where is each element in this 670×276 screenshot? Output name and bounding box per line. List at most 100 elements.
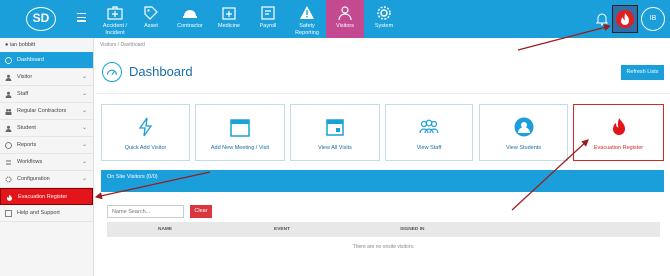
chevron-down-icon: ⌄ — [81, 176, 87, 182]
sidebar-item-label: Workflows — [17, 159, 43, 165]
nav-label: Asset — [144, 23, 158, 29]
medicine-box-icon — [222, 7, 236, 20]
tile-label: View Students — [505, 145, 542, 151]
nav-label: Safety Reporting — [295, 23, 319, 36]
calendar-icon — [230, 119, 250, 137]
workflow-icon — [6, 160, 11, 165]
sidebar-item-label: Visitor — [17, 74, 33, 80]
user-name: ian bobbitt — [9, 42, 36, 48]
chevron-down-icon: ⌄ — [81, 108, 87, 114]
chevron-down-icon: ⌄ — [81, 142, 87, 148]
sidebar-item-help-support[interactable]: Help and Support — [0, 205, 93, 222]
nav-label: Accident / Incident — [102, 23, 128, 36]
breadcrumb: Visitors / Dashboard — [100, 42, 145, 48]
tile-view-all-visits[interactable]: View All Visits — [290, 104, 380, 161]
nav-label: Medicine — [217, 23, 240, 29]
nav-payroll[interactable]: Payroll — [253, 0, 283, 38]
tile-view-students[interactable]: View Students — [479, 104, 568, 161]
sidebar-item-label: Student — [17, 125, 36, 131]
nav-asset[interactable]: Asset — [136, 0, 166, 38]
sidebar-item-configuration[interactable]: Configuration ⌄ — [0, 171, 93, 188]
top-navigation-bar: SD Accident / Incident Asset Contractor … — [0, 0, 670, 38]
sidebar-item-label: Reports — [17, 142, 37, 148]
user-avatar[interactable]: IB — [641, 7, 665, 31]
gear-icon — [5, 176, 12, 183]
nav-label: Visitors — [336, 23, 354, 29]
column-header-signed-in[interactable]: SIGNED IN — [400, 227, 425, 232]
sidebar: ● ian bobbitt Dashboard Visitor ⌄ Staff ⌄ … — [0, 38, 94, 276]
clear-button[interactable]: Clear — [190, 205, 212, 218]
sidebar-item-student[interactable]: Student ⌄ — [0, 120, 93, 137]
lightning-icon — [138, 117, 152, 137]
page-title: Dashboard — [129, 64, 193, 79]
tile-view-staff[interactable]: View Staff — [385, 104, 473, 161]
sidebar-item-label: Regular Contractors — [17, 108, 67, 114]
tile-label: Quick Add Visitor — [124, 145, 167, 151]
chevron-down-icon: ⌄ — [81, 125, 87, 131]
sidebar-item-regular-contractors[interactable]: Regular Contractors ⌄ — [0, 103, 93, 120]
column-header-name[interactable]: NAME — [158, 227, 172, 232]
sidebar-item-evacuation-register[interactable]: Evacuation Register — [0, 188, 93, 205]
refresh-lists-button[interactable]: Refresh Lists — [621, 65, 664, 80]
tile-label: View All Visits — [318, 145, 352, 151]
payroll-icon — [261, 6, 275, 20]
nav-label: Contractor — [177, 23, 203, 29]
tag-icon — [144, 6, 158, 20]
calendar-view-icon — [326, 119, 344, 136]
gear-icon — [377, 6, 391, 20]
breadcrumb-root[interactable]: Visitors — [100, 42, 116, 48]
bell-icon[interactable] — [596, 12, 608, 26]
sidebar-item-visitor[interactable]: Visitor ⌄ — [0, 69, 93, 86]
fire-icon — [7, 194, 12, 201]
person-icon — [5, 91, 12, 98]
chevron-down-icon: ⌄ — [81, 74, 87, 80]
person-icon — [5, 125, 12, 132]
group-icon — [419, 119, 439, 134]
tile-add-meeting[interactable]: Add New Meeting / Visit — [195, 104, 285, 161]
sidebar-item-workflows[interactable]: Workflows ⌄ — [0, 154, 93, 171]
help-icon — [5, 210, 12, 217]
sidebar-item-label: Dashboard — [17, 57, 44, 63]
hard-hat-icon — [183, 10, 197, 18]
nav-medicine[interactable]: Medicine — [214, 0, 244, 38]
nav-label: System — [374, 23, 394, 29]
person-icon — [338, 6, 352, 21]
group-icon — [5, 109, 12, 115]
table-header: NAME EVENT SIGNED IN — [107, 222, 660, 237]
tile-label: Add New Meeting / Visit — [210, 145, 270, 151]
breadcrumb-current: Dashboard — [120, 42, 145, 48]
hamburger-menu-icon[interactable] — [77, 13, 86, 22]
warning-icon — [300, 6, 314, 19]
sidebar-user: ● ian bobbitt — [0, 38, 93, 52]
column-header-event[interactable]: EVENT — [274, 227, 290, 232]
sidebar-item-label: Help and Support — [17, 210, 60, 216]
student-icon — [514, 117, 533, 137]
name-search-input[interactable] — [107, 205, 184, 218]
sidebar-item-reports[interactable]: Reports ⌄ — [0, 137, 93, 154]
nav-visitors[interactable]: Visitors — [326, 0, 364, 38]
nav-contractor[interactable]: Contractor — [172, 0, 208, 38]
first-aid-kit-icon — [107, 6, 123, 20]
tile-label: Evacuation Register — [593, 145, 644, 151]
tile-quick-add-visitor[interactable]: Quick Add Visitor — [101, 104, 190, 161]
person-icon — [5, 74, 12, 81]
tile-evacuation-register[interactable]: Evacuation Register — [573, 104, 664, 161]
tile-label: View Staff — [416, 145, 442, 151]
sidebar-item-dashboard[interactable]: Dashboard — [0, 52, 93, 69]
chevron-down-icon: ⌄ — [81, 159, 87, 165]
sidebar-item-label: Staff — [17, 91, 29, 97]
dashboard-icon — [102, 62, 122, 82]
evacuation-quick-button[interactable] — [612, 5, 638, 33]
fire-icon — [621, 13, 629, 25]
sidebar-item-label: Evacuation Register — [18, 194, 68, 200]
nav-safety-reporting[interactable]: Safety Reporting — [290, 0, 324, 38]
onsite-panel-header: On Site Visitors (0/0) — [101, 170, 664, 192]
chevron-down-icon: ⌄ — [81, 91, 87, 97]
dashboard-icon — [5, 57, 12, 64]
evacuation-badge — [616, 10, 634, 28]
nav-accident-incident[interactable]: Accident / Incident — [97, 0, 133, 38]
app-logo[interactable]: SD — [26, 7, 56, 31]
sidebar-item-staff[interactable]: Staff ⌄ — [0, 86, 93, 103]
empty-state-text: There are no onsite visitors. — [352, 244, 415, 250]
nav-system[interactable]: System — [368, 0, 400, 38]
